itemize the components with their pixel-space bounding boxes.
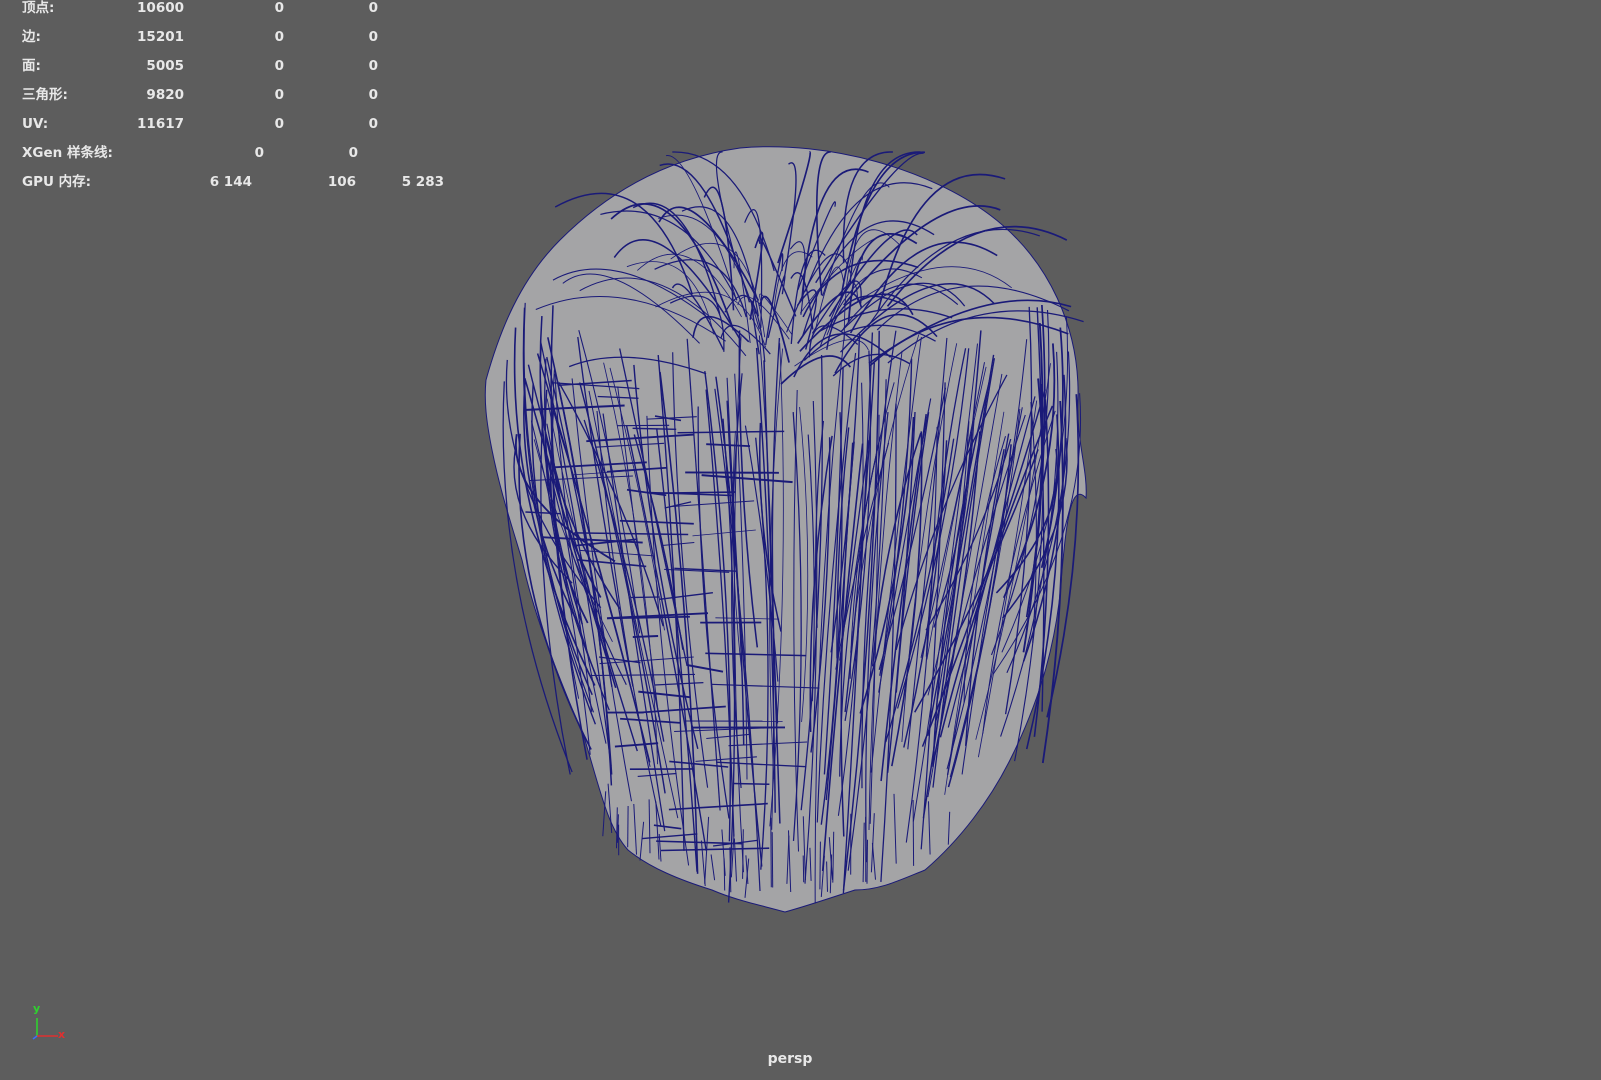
hair-strand-line	[912, 799, 915, 866]
hud-value-component: 0	[368, 58, 378, 74]
hud-label: UV:	[22, 116, 49, 132]
hud-row-uvs: UV: 11617 0 0	[0, 114, 460, 134]
hud-row-triangles: 三角形: 9820 0 0	[0, 85, 460, 105]
view-axis-gizmo: y x	[28, 1002, 68, 1042]
hair-strand-line	[742, 829, 744, 879]
axis-y-label: y	[33, 1002, 41, 1015]
hud-value-total: 9820	[146, 87, 184, 103]
hair-strand-line	[732, 782, 770, 786]
hair-strand-line	[632, 635, 659, 638]
hair-strand-line	[802, 855, 805, 883]
hud-label: 顶点:	[22, 0, 55, 16]
hud-value-selected: 106	[327, 174, 356, 190]
hud-label: GPU 内存:	[22, 174, 92, 190]
hud-row-edges: 边: 15201 0 0	[0, 27, 460, 47]
hud-value-total: 15201	[137, 29, 184, 45]
axis-x-label: x	[58, 1028, 66, 1041]
hair-strand-line	[632, 427, 677, 431]
hair-strand-line	[819, 841, 821, 890]
viewport-persp[interactable]: 顶点: 10600 0 0 边: 15201 0 0 面: 5005 0 0 三…	[0, 0, 1601, 1080]
hud-value-total: 6 144	[209, 174, 252, 190]
hud-row-faces: 面: 5005 0 0	[0, 56, 460, 76]
camera-name-label: persp	[767, 1051, 813, 1067]
hud-value-selected: 0	[274, 116, 284, 132]
hud-value-selected: 0	[274, 0, 284, 16]
hair-strand-line	[770, 817, 772, 888]
hud-value-component: 5 283	[401, 174, 444, 190]
hud-value-total: 10600	[137, 0, 184, 16]
hair-strand-line	[771, 832, 774, 888]
hud-value-selected: 0	[274, 58, 284, 74]
hud-value-component: 0	[368, 0, 378, 16]
hud-row-vertices: 顶点: 10600 0 0	[0, 0, 460, 18]
hud-value-selected: 0	[274, 87, 284, 103]
hud-value-component: 0	[368, 116, 378, 132]
hud-label: XGen 样条线:	[22, 145, 113, 161]
hud-value-selected: 0	[274, 29, 284, 45]
hud-label: 面:	[22, 58, 41, 74]
hud-value-component: 0	[368, 29, 378, 45]
hud-label: 边:	[22, 29, 41, 45]
hud-value-component: 0	[368, 87, 378, 103]
hud-value-total: 0	[254, 145, 264, 161]
hud-label: 三角形:	[22, 87, 68, 103]
hud-value-total: 11617	[137, 116, 184, 132]
hud-row-gpu-memory: GPU 内存: 6 144 106 5 283	[0, 172, 460, 192]
hair-strand-line	[866, 839, 868, 884]
hud-row-xgen-splines: XGen 样条线: 0 0	[0, 143, 460, 163]
hud-value-total: 5005	[146, 58, 184, 74]
hair-strand-line	[630, 596, 660, 599]
hud-value-selected: 0	[348, 145, 358, 161]
